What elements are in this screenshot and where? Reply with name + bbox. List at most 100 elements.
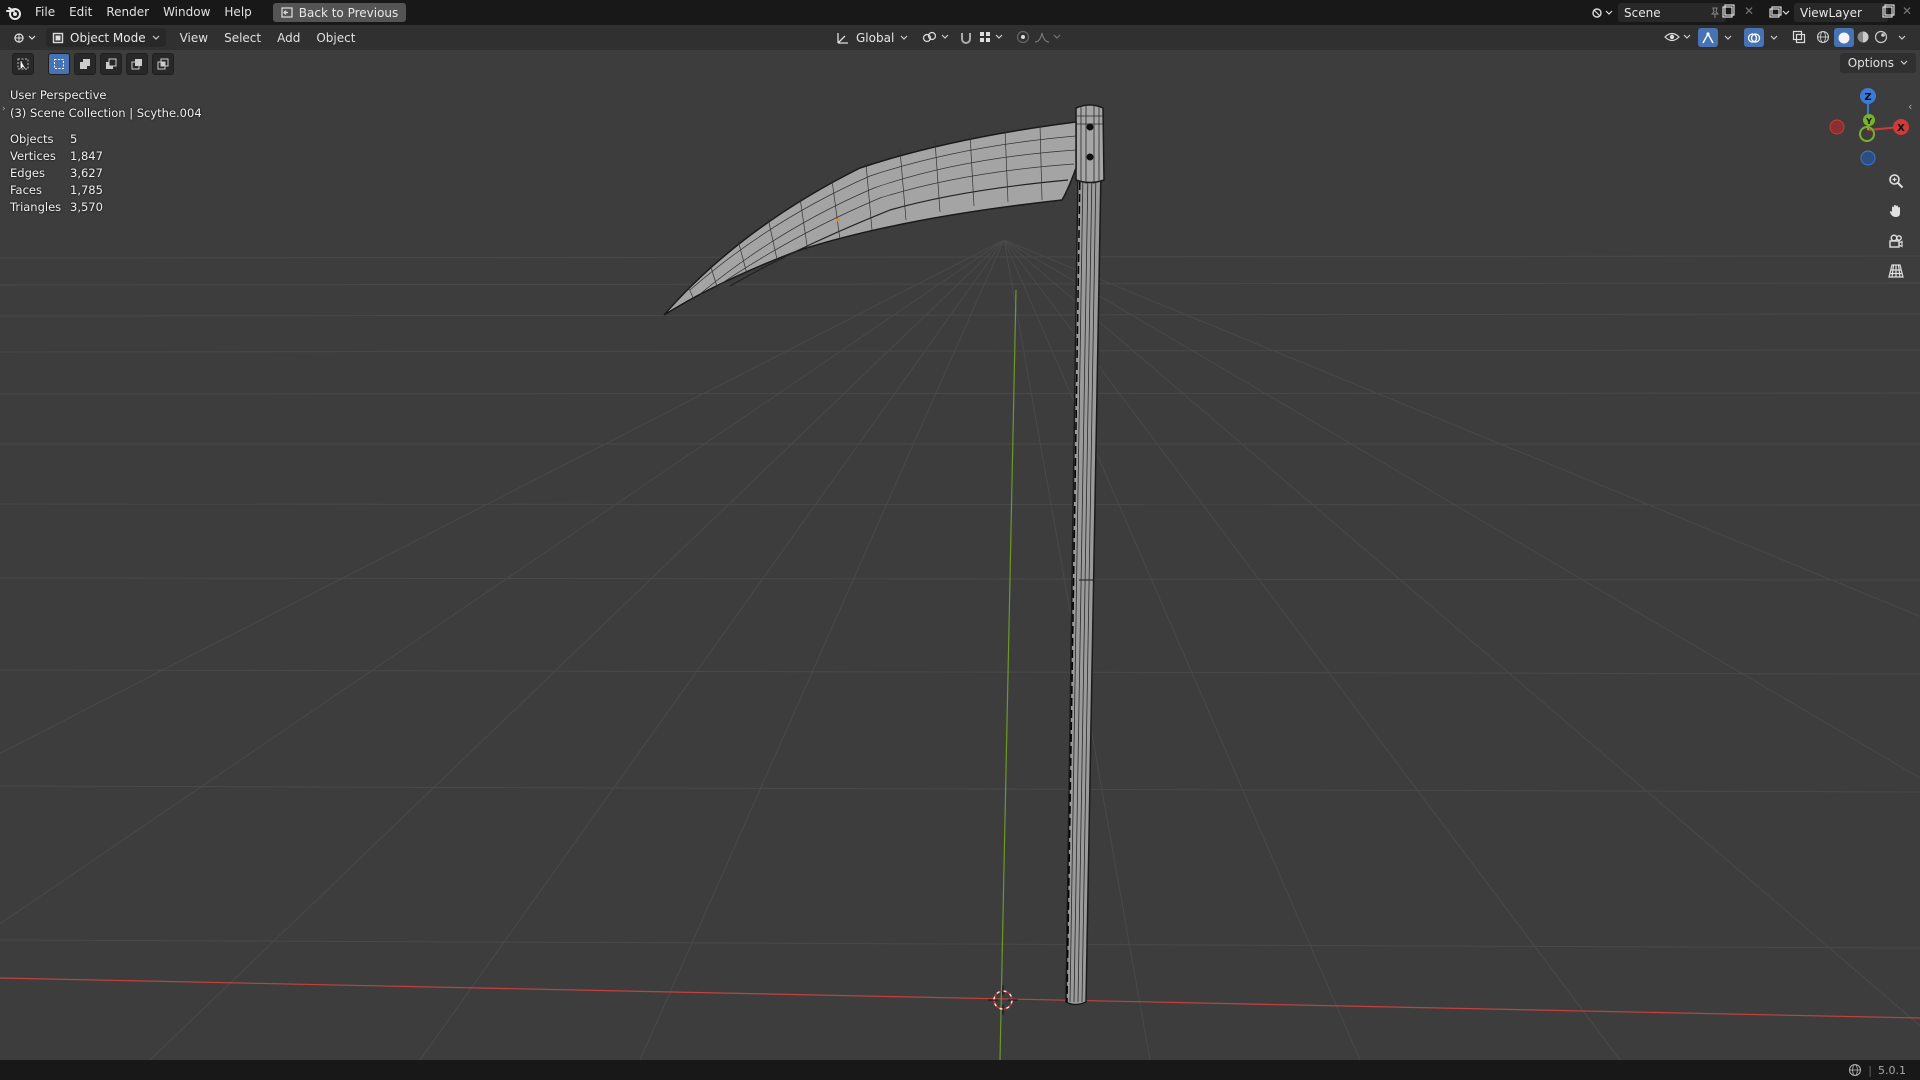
- mode-label: Object Mode: [70, 30, 146, 45]
- stat-label: Edges: [10, 166, 45, 180]
- blender-version: 5.0.1: [1878, 1063, 1906, 1077]
- scene-name: Scene: [1624, 5, 1661, 20]
- stat-row: Edges 3,627: [10, 165, 103, 182]
- editor-type-icon[interactable]: [10, 28, 40, 47]
- top-bar: File Edit Render Window Help Back to Pre…: [0, 0, 1920, 25]
- network-globe-icon[interactable]: [1848, 1063, 1862, 1077]
- transform-orientation-dropdown[interactable]: Global: [836, 28, 908, 47]
- menu-select[interactable]: Select: [216, 31, 269, 45]
- chevron-down-icon: [900, 35, 908, 41]
- shading-rendered-icon[interactable]: [1874, 30, 1888, 44]
- falloff-icon[interactable]: [1034, 30, 1061, 44]
- snap-toggle-icon[interactable]: [956, 28, 976, 47]
- pin-icon[interactable]: [1710, 7, 1720, 19]
- scythe-handle[interactable]: [1065, 169, 1102, 1006]
- stat-label: Objects: [10, 132, 54, 146]
- view-perspective-label: User Perspective: [10, 88, 107, 102]
- viewport-header: Object Mode View Select Add Object Globa…: [0, 25, 1920, 50]
- stat-label: Faces: [10, 183, 42, 197]
- select-mode-invert-icon[interactable]: [126, 53, 148, 75]
- back-to-previous-label: Back to Previous: [298, 5, 399, 20]
- gizmo-y-label: Y: [1865, 117, 1872, 126]
- menu-window[interactable]: Window: [156, 0, 217, 25]
- menu-edit[interactable]: Edit: [62, 0, 99, 25]
- stat-row: Vertices 1,847: [10, 148, 103, 165]
- tool-header-row: [12, 53, 174, 75]
- stat-value: 3,627: [70, 166, 103, 180]
- visibility-selectability-icon[interactable]: [1664, 30, 1691, 44]
- snap-increment-icon[interactable]: [978, 30, 1003, 44]
- options-dropdown[interactable]: Options: [1839, 53, 1916, 73]
- object-mode-icon: [52, 32, 64, 44]
- navigation-gizmo[interactable]: X Y Z: [1822, 84, 1912, 174]
- camera-view-icon[interactable]: [1882, 227, 1910, 255]
- scene-name-field[interactable]: Scene: [1618, 3, 1726, 22]
- stat-row: Faces 1,785: [10, 182, 103, 199]
- status-separator: |: [1868, 1063, 1872, 1077]
- select-mode-subtract-icon[interactable]: [100, 53, 122, 75]
- new-view-layer-icon[interactable]: [1880, 4, 1896, 20]
- sidebar-expand-chevron-icon[interactable]: ›: [2, 104, 6, 114]
- scythe-collar[interactable]: [1075, 104, 1105, 184]
- shading-options-chevron-icon[interactable]: [1898, 35, 1906, 41]
- menu-view[interactable]: View: [172, 31, 216, 45]
- menu-object[interactable]: Object: [308, 31, 363, 45]
- stat-label: Vertices: [10, 149, 56, 163]
- xray-toggle-icon[interactable]: [1792, 30, 1806, 44]
- region-toggle-chevron-icon[interactable]: ‹: [1908, 100, 1912, 113]
- 3d-cursor-icon[interactable]: [988, 985, 1018, 1015]
- stat-row: Triangles 3,570: [10, 199, 103, 216]
- viewport-info: User Perspective (3) Scene Collection | …: [10, 86, 202, 122]
- gizmo-neg-z[interactable]: [1860, 150, 1876, 166]
- stat-value: 3,570: [70, 200, 103, 214]
- proportional-editing-icon[interactable]: [1016, 30, 1030, 44]
- view-layer-type-icon[interactable]: [1766, 3, 1792, 22]
- mode-dropdown[interactable]: Object Mode: [46, 28, 166, 47]
- stat-value: 1,785: [70, 183, 103, 197]
- menu-help[interactable]: Help: [217, 0, 258, 25]
- pivot-point-icon[interactable]: [922, 30, 949, 44]
- orientation-label: Global: [856, 30, 895, 45]
- select-mode-new-icon[interactable]: [48, 53, 70, 75]
- show-overlays-toggle-icon[interactable]: [1744, 28, 1764, 47]
- delete-view-layer-icon[interactable]: ✕: [1902, 4, 1912, 18]
- select-mode-extend-icon[interactable]: [74, 53, 96, 75]
- stat-label: Triangles: [10, 200, 62, 214]
- delete-scene-icon[interactable]: ✕: [1744, 4, 1754, 18]
- toggle-perspective-grid-icon[interactable]: [1882, 257, 1910, 285]
- floor-grid: [0, 239, 1920, 1060]
- back-to-previous-button[interactable]: Back to Previous: [272, 3, 407, 22]
- overlays-chevron-icon[interactable]: [1770, 35, 1778, 41]
- viewport-canvas[interactable]: [0, 50, 1920, 1060]
- shading-solid-icon[interactable]: [1834, 28, 1854, 47]
- select-tool-icon[interactable]: [12, 53, 34, 75]
- scythe-model[interactable]: [663, 104, 1105, 1006]
- menu-add[interactable]: Add: [269, 31, 308, 45]
- zoom-icon[interactable]: [1882, 167, 1910, 195]
- gizmo-neg-x[interactable]: [1829, 119, 1845, 135]
- view-layer-field[interactable]: ViewLayer: [1794, 3, 1888, 22]
- chevron-down-icon: [1900, 60, 1908, 66]
- orientation-icon: [836, 31, 850, 45]
- options-label: Options: [1847, 56, 1894, 70]
- stat-value: 1,847: [70, 149, 103, 163]
- menu-render[interactable]: Render: [99, 0, 156, 25]
- gizmo-options-chevron-icon[interactable]: [1724, 35, 1732, 41]
- menu-file[interactable]: File: [28, 0, 62, 25]
- view-layer-name: ViewLayer: [1800, 5, 1862, 20]
- scene-statistics: Objects 5 Vertices 1,847 Edges 3,627 Fac…: [10, 131, 103, 216]
- stat-row: Objects 5: [10, 131, 103, 148]
- gizmo-x-label: X: [1897, 123, 1905, 134]
- chevron-down-icon: [152, 35, 160, 41]
- pan-hand-icon[interactable]: [1882, 197, 1910, 225]
- status-bar: | 5.0.1: [0, 1060, 1920, 1080]
- active-collection-label: (3) Scene Collection | Scythe.004: [10, 106, 202, 120]
- blender-logo-icon[interactable]: [0, 0, 28, 25]
- gizmo-z-label: Z: [1864, 92, 1871, 103]
- select-mode-intersect-icon[interactable]: [152, 53, 174, 75]
- shading-material-icon[interactable]: [1856, 30, 1870, 44]
- shading-wireframe-icon[interactable]: [1816, 30, 1830, 44]
- scene-type-icon[interactable]: [1588, 3, 1616, 22]
- show-gizmo-toggle-icon[interactable]: [1698, 28, 1718, 47]
- new-scene-icon[interactable]: [1720, 4, 1736, 20]
